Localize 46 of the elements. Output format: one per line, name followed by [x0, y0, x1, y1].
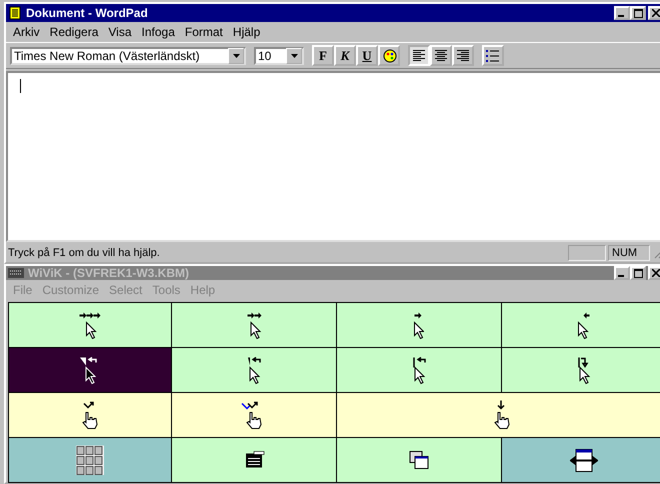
cursor-step-icon [414, 312, 424, 338]
num-indicator: NUM [608, 245, 650, 261]
close-icon [652, 269, 660, 277]
format-button[interactable]: K [334, 45, 356, 66]
keyboard-icon [76, 445, 104, 475]
dropdown-arrow-icon [290, 54, 298, 58]
close-button[interactable] [648, 6, 660, 20]
menu-item[interactable]: Hjälp [228, 25, 266, 39]
menu-item[interactable]: Infoga [136, 25, 180, 39]
cursor-step-icon [79, 312, 101, 338]
menu-item[interactable]: Redigera [44, 25, 104, 39]
close-icon [652, 9, 660, 17]
window-title: WiViK - (SVFREK1-W3.KBM) [28, 266, 190, 280]
align-button[interactable] [430, 45, 452, 66]
align-button[interactable] [408, 45, 430, 66]
align-right-icon [457, 50, 469, 62]
maximize-icon [634, 8, 642, 18]
align-button[interactable] [452, 45, 474, 66]
keyboard-key[interactable] [9, 438, 171, 482]
window-title: Dokument - WordPad [26, 6, 148, 20]
menu-item[interactable]: Visa [103, 25, 137, 39]
notepad-icon [8, 6, 22, 20]
text-cursor [20, 79, 21, 93]
bullets-button[interactable] [482, 45, 504, 66]
status-text: Tryck på F1 om du vill ha hjälp. [8, 247, 161, 259]
cursor-step-icon [578, 312, 590, 338]
keyboard-key[interactable] [172, 438, 336, 482]
keyboard-icon [8, 267, 24, 279]
size-dropdown[interactable]: 10 [254, 46, 304, 64]
font-dropdown[interactable]: Times New Roman (Västerländskt) [10, 46, 246, 64]
format-button[interactable]: U [356, 45, 378, 66]
align-left-icon [413, 50, 425, 62]
dropdown-arrow-icon [232, 54, 240, 58]
cursor-step-icon [246, 312, 262, 338]
palette-icon [381, 48, 397, 64]
align-center-icon [435, 50, 447, 62]
format-button[interactable]: F [312, 45, 334, 66]
keyboard-key[interactable] [502, 438, 660, 482]
color-button[interactable] [378, 45, 400, 66]
menu-item[interactable]: Arkiv [8, 25, 45, 39]
menu-item[interactable]: Format [180, 25, 228, 39]
minimize-button[interactable] [614, 6, 630, 20]
bullet-list-icon [486, 48, 500, 62]
status-pane [568, 245, 606, 261]
maximize-icon [634, 268, 642, 278]
maximize-button[interactable] [630, 6, 646, 20]
